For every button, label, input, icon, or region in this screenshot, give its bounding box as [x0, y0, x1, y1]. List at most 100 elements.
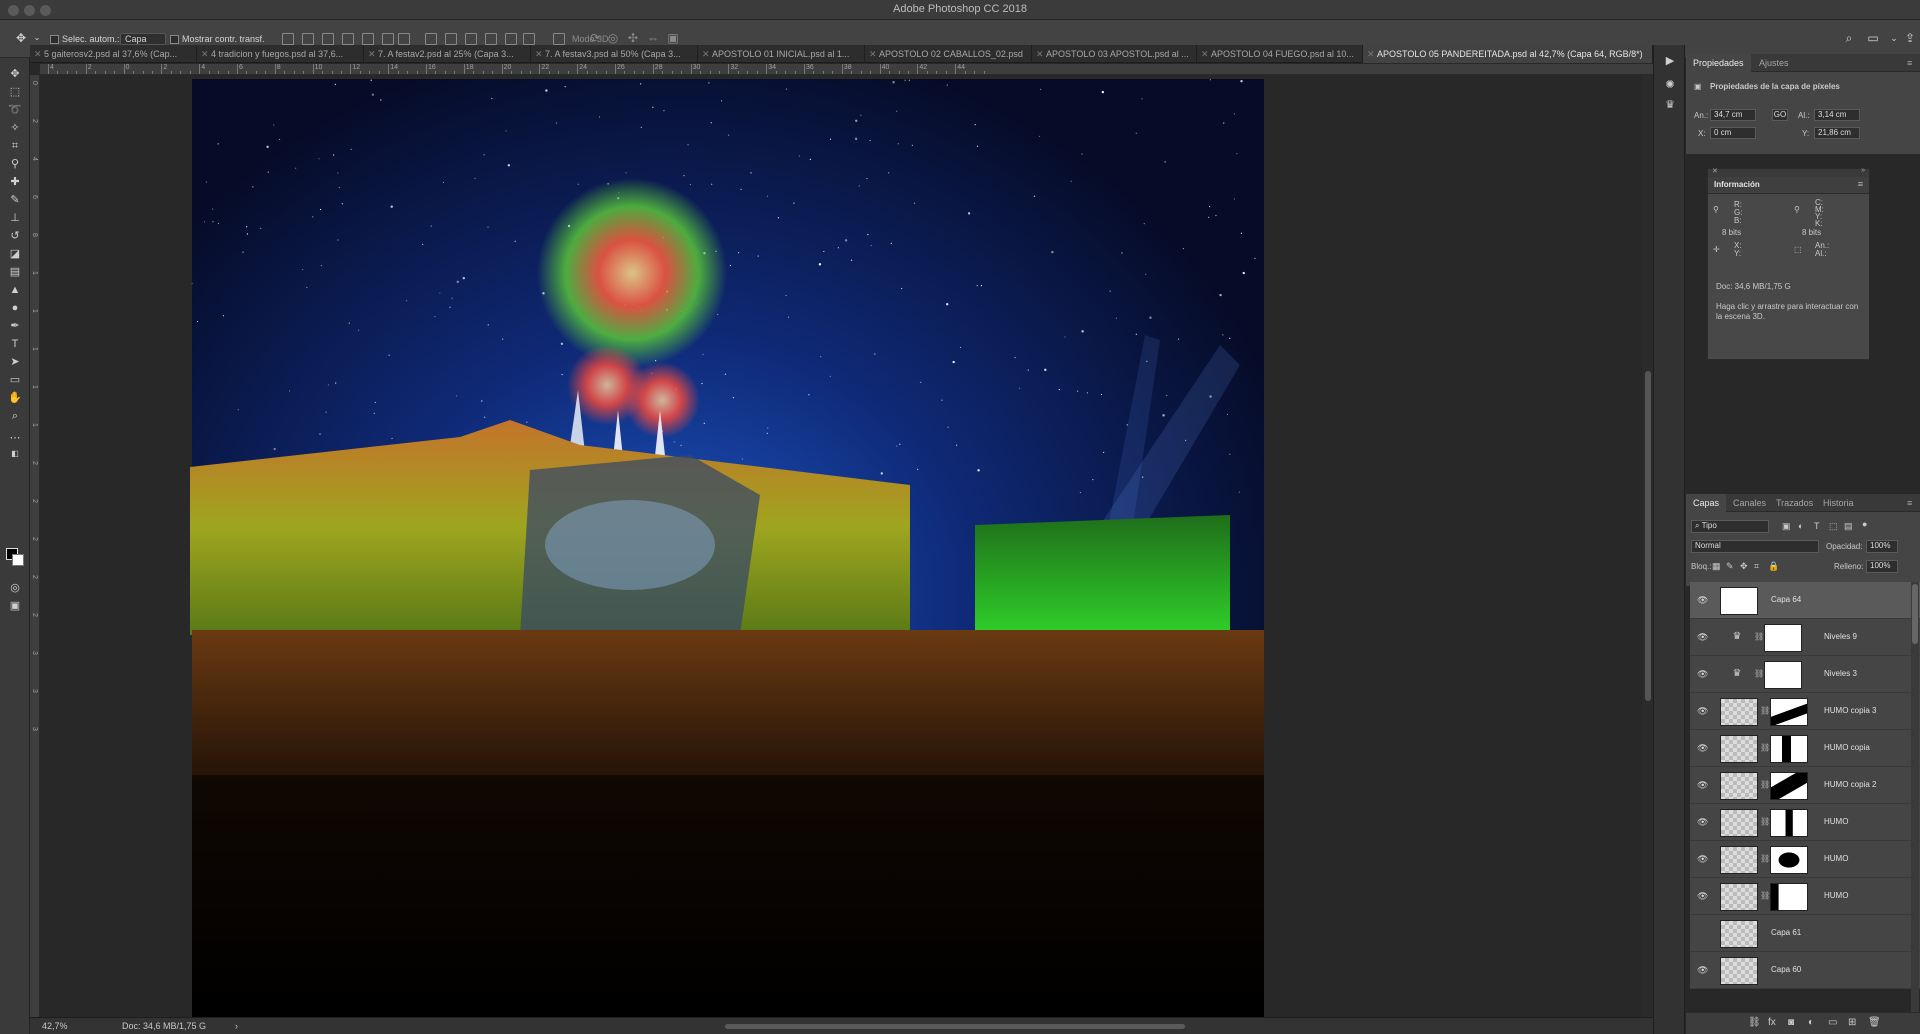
- crop-tool-icon[interactable]: ⌗: [7, 138, 23, 154]
- distribute-hcenter-icon[interactable]: [505, 33, 517, 45]
- link-chain-icon[interactable]: ⛓: [1760, 780, 1770, 792]
- eraser-tool-icon[interactable]: ◪: [7, 246, 23, 262]
- delete-layer-icon[interactable]: 🗑: [1868, 1017, 1881, 1028]
- filter-shape-icon[interactable]: ⬚: [1829, 521, 1838, 532]
- screen-mode-icon[interactable]: ▣: [7, 598, 23, 614]
- marquee-tool-icon[interactable]: ⬚: [7, 84, 23, 100]
- color-panel-icon[interactable]: ✺: [1662, 77, 1678, 93]
- link-chain-icon[interactable]: ⛓: [1760, 706, 1770, 718]
- scrollbar-thumb[interactable]: [1645, 371, 1651, 701]
- layer-mask-thumbnail[interactable]: [1770, 809, 1808, 837]
- rectangle-tool-icon[interactable]: ▭: [7, 372, 23, 388]
- layer-name[interactable]: HUMO copia 2: [1824, 780, 1876, 789]
- lasso-tool-icon[interactable]: ➰: [7, 102, 23, 118]
- filter-toggle-icon[interactable]: ●: [1862, 519, 1867, 529]
- layer-row[interactable]: 👁 ⛓ HUMO: [1690, 841, 1920, 878]
- more-tools-icon[interactable]: ⋯: [7, 430, 23, 446]
- visibility-eye-icon[interactable]: 👁: [1697, 669, 1708, 679]
- add-mask-icon[interactable]: ◙: [1788, 1017, 1794, 1028]
- tab-paths[interactable]: Trazados: [1769, 494, 1820, 512]
- layer-name[interactable]: HUMO: [1824, 891, 1848, 900]
- distribute-top-icon[interactable]: [425, 33, 437, 45]
- quick-mask-icon[interactable]: ◎: [7, 580, 23, 596]
- pen-tool-icon[interactable]: ✒: [7, 318, 23, 334]
- tab-layers[interactable]: Capas: [1686, 494, 1727, 512]
- layer-name[interactable]: Niveles 3: [1824, 669, 1857, 678]
- tab-document[interactable]: ✕ APOSTOLO 04 FUEGO.psd al 10...: [1197, 45, 1363, 63]
- workspace-icon[interactable]: ▭: [1866, 31, 1880, 45]
- zoom-level[interactable]: 42,7%: [42, 1021, 68, 1031]
- distribute-right-icon[interactable]: [523, 33, 535, 45]
- blend-mode-select[interactable]: Normal: [1691, 540, 1819, 553]
- align-vcenter-icon[interactable]: [302, 33, 314, 45]
- tab-document[interactable]: ✕ APOSTOLO 02 CABALLOS_02.psd: [865, 45, 1032, 63]
- close-tab-icon[interactable]: ✕: [1367, 45, 1375, 63]
- layer-mask-thumbnail[interactable]: [1764, 661, 1802, 689]
- visibility-eye-icon[interactable]: 👁: [1697, 854, 1708, 864]
- document-canvas[interactable]: [40, 75, 1653, 1017]
- panel-menu-icon[interactable]: ≡: [1858, 179, 1863, 189]
- tab-document[interactable]: ✕ 7. A festav2.psd al 25% (Capa 3...: [364, 45, 531, 63]
- tab-properties[interactable]: Propiedades: [1686, 54, 1751, 72]
- tab-channels[interactable]: Canales: [1726, 494, 1773, 512]
- zoom-tool-icon[interactable]: ⌕: [7, 408, 23, 424]
- filter-adjustment-icon[interactable]: ◐: [1798, 521, 1803, 531]
- tool-preset-chevron-icon[interactable]: ⌄: [30, 31, 44, 45]
- layer-row[interactable]: 👁 Capa 61: [1690, 915, 1920, 952]
- link-chain-icon[interactable]: ⛓: [1760, 891, 1770, 903]
- layers-scrollbar[interactable]: [1911, 582, 1919, 1012]
- tab-document[interactable]: ✕ APOSTOLO 01 INICIAL.psd al 1...: [698, 45, 865, 63]
- distribute-bottom-icon[interactable]: [465, 33, 477, 45]
- layer-name[interactable]: Niveles 9: [1824, 632, 1857, 641]
- healing-brush-tool-icon[interactable]: ✚: [7, 174, 23, 190]
- scrollbar-thumb[interactable]: [1912, 584, 1918, 644]
- roll-3d-icon[interactable]: ◎: [606, 31, 620, 45]
- layer-row[interactable]: 👁 ♛ ⛓ Niveles 3: [1690, 656, 1920, 693]
- lock-artboard-icon[interactable]: ⌗: [1754, 561, 1759, 572]
- close-tab-icon[interactable]: ✕: [34, 45, 42, 63]
- tab-history[interactable]: Historia: [1816, 494, 1861, 512]
- layer-row[interactable]: 👁 ⛓ HUMO copia 3: [1690, 693, 1920, 730]
- workspace-chevron-icon[interactable]: ⌄: [1887, 31, 1901, 45]
- layer-name[interactable]: HUMO copia: [1824, 743, 1870, 752]
- link-chain-icon[interactable]: ⛓: [1760, 743, 1770, 755]
- canvas-area[interactable]: [40, 75, 1653, 1017]
- distribute-icon[interactable]: [398, 33, 410, 45]
- x-field[interactable]: 0 cm: [1710, 127, 1756, 139]
- auto-select-target-value[interactable]: Capa: [120, 33, 166, 45]
- link-chain-icon[interactable]: ⛓: [1760, 854, 1770, 866]
- close-tab-icon[interactable]: ✕: [535, 45, 543, 63]
- slide-3d-icon[interactable]: ⇔: [646, 31, 660, 45]
- visibility-eye-icon[interactable]: 👁: [1697, 706, 1708, 716]
- close-tab-icon[interactable]: ✕: [869, 45, 877, 63]
- adjustments-icon[interactable]: ♛: [1662, 97, 1678, 113]
- layer-name[interactable]: Capa 60: [1771, 965, 1801, 974]
- lock-pixels-icon[interactable]: ✎: [1726, 561, 1734, 572]
- filter-pixel-icon[interactable]: ▣: [1782, 521, 1791, 532]
- link-chain-icon[interactable]: ⛓: [1760, 817, 1770, 829]
- lock-position-icon[interactable]: ✥: [1740, 561, 1748, 572]
- tab-document[interactable]: ✕ 4 tradicion y fuegos.psd al 37,6...: [197, 45, 364, 63]
- checkbox-box[interactable]: [170, 35, 179, 45]
- close-icon[interactable]: ✕: [1712, 167, 1718, 175]
- visibility-eye-icon[interactable]: 👁: [1697, 817, 1708, 827]
- play-action-icon[interactable]: ▶: [1662, 53, 1678, 69]
- vertical-scrollbar[interactable]: [1643, 75, 1653, 1017]
- link-layers-icon[interactable]: ⛓: [1748, 1017, 1761, 1028]
- visibility-eye-icon[interactable]: 👁: [1697, 743, 1708, 753]
- visibility-eye-icon[interactable]: 👁: [1697, 928, 1708, 938]
- layer-mask-thumbnail[interactable]: [1764, 624, 1802, 652]
- tab-document[interactable]: ✕ 5 gaiterosv2.psd al 37,6% (Cap...: [30, 45, 197, 63]
- background-color-swatch[interactable]: [12, 554, 24, 566]
- share-icon[interactable]: ⇪: [1903, 31, 1917, 45]
- new-group-icon[interactable]: ▭: [1828, 1017, 1837, 1028]
- status-menu-arrow-icon[interactable]: ›: [235, 1021, 238, 1031]
- checkbox-box[interactable]: [50, 35, 59, 45]
- blur-tool-icon[interactable]: ▲: [7, 282, 23, 298]
- align-top-icon[interactable]: [282, 33, 294, 45]
- panel-menu-icon[interactable]: ≡: [1900, 494, 1919, 512]
- visibility-eye-icon[interactable]: 👁: [1697, 891, 1708, 901]
- path-selection-tool-icon[interactable]: ➤: [7, 354, 23, 370]
- filter-type-icon[interactable]: T: [1814, 521, 1820, 531]
- layer-row[interactable]: 👁 Capa 60: [1690, 952, 1920, 989]
